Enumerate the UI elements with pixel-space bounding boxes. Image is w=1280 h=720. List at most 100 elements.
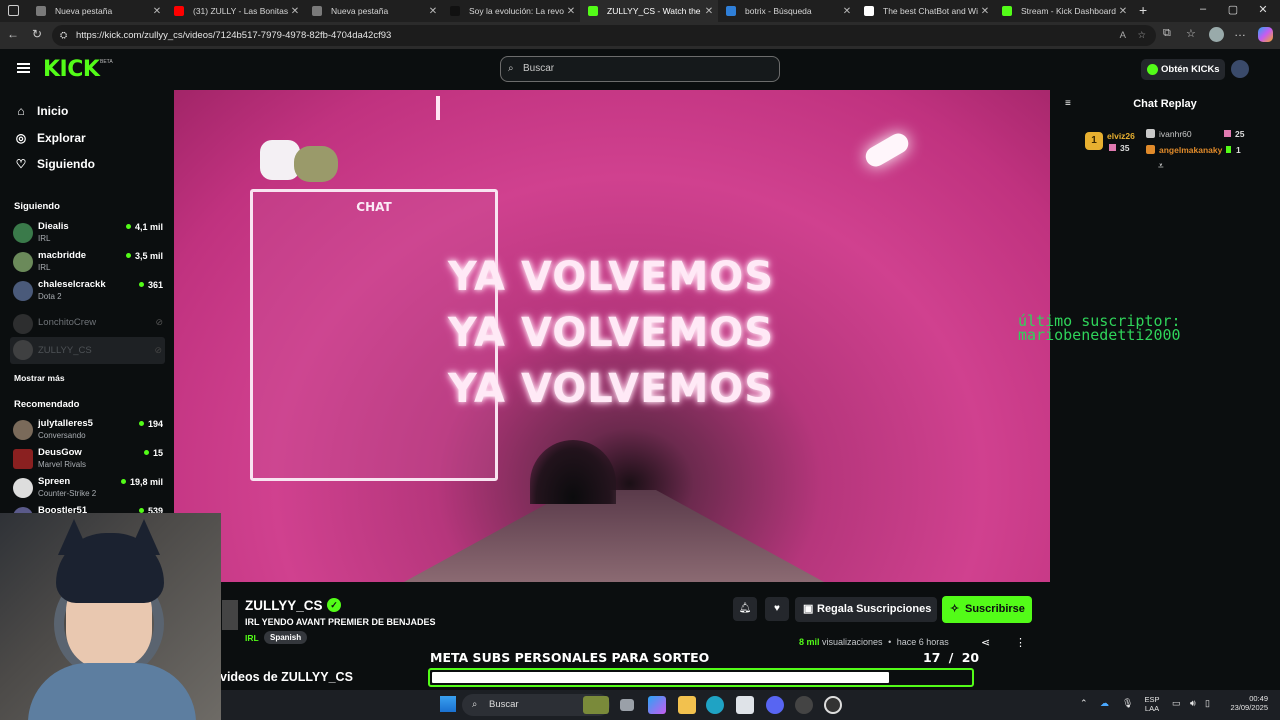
network-icon[interactable]: ▭ (1172, 698, 1181, 709)
expand-gifters-icon[interactable]: ⩡ (1158, 161, 1164, 172)
edge-icon[interactable] (706, 696, 724, 714)
close-tab-icon[interactable]: ✕ (1116, 6, 1130, 17)
video-player[interactable]: CHAT YA VOLVEMOS YA VOLVEMOS YA VOLVEMOS (174, 90, 1050, 582)
browser-tab[interactable]: ZULLYY_CS - Watch the VO✕ (580, 0, 718, 22)
notification-bell-button[interactable]: 🔔︎ (733, 597, 757, 621)
recommended-channel-spreen[interactable]: Spreen Counter-Strike 2 19,8 mil (13, 475, 163, 502)
search-icon: ⌕ (472, 699, 478, 710)
gift-subs-button[interactable]: ▣ Regala Suscripciones (795, 597, 937, 622)
onedrive-icon[interactable]: ☁ (1100, 698, 1109, 709)
tab-actions-icon[interactable] (8, 5, 19, 16)
refresh-button[interactable]: ↻ (28, 27, 46, 41)
app-icon[interactable] (795, 696, 813, 714)
language-tag[interactable]: Spanish (264, 631, 308, 644)
clock[interactable]: 00:49 23/09/2025 (1222, 694, 1268, 712)
file-explorer-icon[interactable] (678, 696, 696, 714)
stream-title: IRL YENDO AVANT PREMIER DE BENJADES (245, 617, 436, 627)
stream-category[interactable]: IRL (245, 633, 259, 643)
task-view-icon[interactable] (620, 699, 634, 711)
streamer-name[interactable]: ZULLYY_CS (245, 598, 323, 613)
browser-tab[interactable]: (31) ZULLY - Las Bonitas con✕ (166, 0, 304, 22)
copilot-icon[interactable] (1258, 27, 1273, 42)
viewer-count: 15 (144, 448, 163, 458)
extensions-icon[interactable]: ⧉ (1163, 27, 1171, 40)
media-player-icon[interactable] (824, 696, 842, 714)
avatar (13, 314, 33, 334)
nav-siguiendo[interactable]: ♡ Siguiendo (14, 157, 95, 171)
tab-favicon-icon (174, 6, 184, 16)
avatar-ear-left (58, 519, 90, 555)
site-info-icon[interactable]: ⛭ (60, 25, 67, 46)
maximize-button[interactable]: ▢ (1218, 3, 1248, 16)
url-bar[interactable]: ⛭ https://kick.com/zullyy_cs/videos/7124… (52, 25, 1156, 46)
tray-chevron-icon[interactable]: ⌃ (1080, 698, 1088, 709)
minimize-button[interactable]: – (1188, 3, 1218, 15)
browser-tab[interactable]: Nueva pestaña ✕ (304, 0, 442, 22)
close-tab-icon[interactable]: ✕ (150, 6, 164, 17)
get-kicks-button[interactable]: Obtén KICKs (1141, 59, 1225, 80)
windows-start-icon[interactable] (440, 696, 456, 712)
more-options-icon[interactable]: ⋮ (1015, 636, 1026, 649)
widgets-icon[interactable] (583, 696, 609, 714)
kick-logo[interactable]: KICK (43, 57, 100, 82)
nav-inicio[interactable]: ⌂ Inicio (14, 104, 68, 118)
browser-tab[interactable]: botrix - Búsqueda ✕ (718, 0, 856, 22)
following-channel-macbridde[interactable]: macbridde IRL 3,5 mil (13, 249, 163, 276)
recommended-channel-julytalleres5[interactable]: julytalleres5 Conversando 194 (13, 417, 163, 444)
user-avatar[interactable] (1231, 60, 1249, 78)
close-window-button[interactable]: ✕ (1248, 3, 1278, 16)
following-channel-chaleselcrackk[interactable]: chaleselcrackk Dota 2 361 (13, 278, 163, 305)
close-tab-icon[interactable]: ✕ (840, 6, 854, 17)
gift-icon (1224, 130, 1231, 137)
share-icon[interactable]: ⋖ (981, 636, 990, 649)
search-input[interactable]: ⌕ Buscar (500, 56, 780, 82)
offline-icon: ⊘ (154, 345, 162, 355)
channel-category: Counter-Strike 2 (38, 489, 97, 498)
heart-icon: ♡ (15, 157, 27, 171)
channel-name: chaleselcrackk (38, 279, 106, 290)
battery-icon[interactable]: ▯ (1205, 698, 1210, 709)
back-button[interactable]: ← (4, 27, 22, 41)
following-channel-zullyy-cs[interactable]: ZULLYY_CS ⊘ (10, 337, 165, 364)
follow-button[interactable]: ♥ (765, 597, 789, 621)
browser-tab[interactable]: Nueva pestaña ✕ (28, 0, 166, 22)
copilot-icon[interactable] (648, 696, 666, 714)
microphone-icon[interactable]: 🎙︎ (1122, 698, 1133, 709)
store-icon[interactable] (736, 696, 754, 714)
browser-tab[interactable]: Stream - Kick Dashboard ✕ (994, 0, 1132, 22)
read-aloud-icon[interactable]: A (1120, 25, 1126, 46)
close-tab-icon[interactable]: ✕ (564, 6, 578, 17)
volume-icon[interactable]: 🔊︎ (1190, 698, 1196, 709)
following-channel-diealis[interactable]: Diealis IRL 4,1 mil (13, 220, 163, 247)
top-gifter-name[interactable]: elviz26 (1107, 131, 1135, 141)
browser-tab[interactable]: The best ChatBot and Widg ✕ (856, 0, 994, 22)
last-subscriber-name: mariobenedetti2000 (1018, 326, 1181, 344)
goal-progress-bar (428, 668, 974, 687)
bell-icon: 🔔︎ (738, 603, 752, 614)
recommended-channel-deusgow[interactable]: DeusGow Marvel Rivals 15 (13, 446, 163, 473)
browser-tab[interactable]: Soy la evolución: La revolu ✕ (442, 0, 580, 22)
favorites-icon[interactable]: ☆ (1186, 27, 1196, 40)
favorite-star-icon[interactable]: ☆ (1137, 25, 1146, 46)
channel-name: LonchitoCrew (38, 317, 97, 328)
nav-explorar[interactable]: ◎ Explorar (14, 131, 86, 145)
gifter-name[interactable]: angelmakanaky (1159, 145, 1222, 155)
streamer-avatar[interactable] (222, 600, 238, 630)
show-more-link[interactable]: Mostrar más (14, 373, 65, 383)
new-tab-button[interactable]: + (1139, 2, 1147, 18)
heart-icon: ♥ (774, 603, 780, 614)
close-tab-icon[interactable]: ✕ (426, 6, 440, 17)
menu-icon[interactable] (17, 63, 30, 73)
close-tab-icon[interactable]: ✕ (978, 6, 992, 17)
language-indicator[interactable]: ESP LAA (1140, 695, 1164, 713)
channel-name: DeusGow (38, 447, 82, 458)
subscribe-button[interactable]: ✧ Suscribirse (942, 596, 1032, 623)
close-tab-icon[interactable]: ✕ (288, 6, 302, 17)
channel-name: macbridde (38, 250, 87, 261)
gifter-name[interactable]: ivanhr60 (1159, 129, 1192, 139)
discord-icon[interactable] (766, 696, 784, 714)
close-tab-icon[interactable]: ✕ (702, 6, 716, 17)
more-menu-icon[interactable]: … (1234, 25, 1246, 39)
profile-avatar[interactable] (1209, 27, 1224, 42)
following-channel-lonchitocrew[interactable]: LonchitoCrew ⊘ (13, 311, 163, 338)
